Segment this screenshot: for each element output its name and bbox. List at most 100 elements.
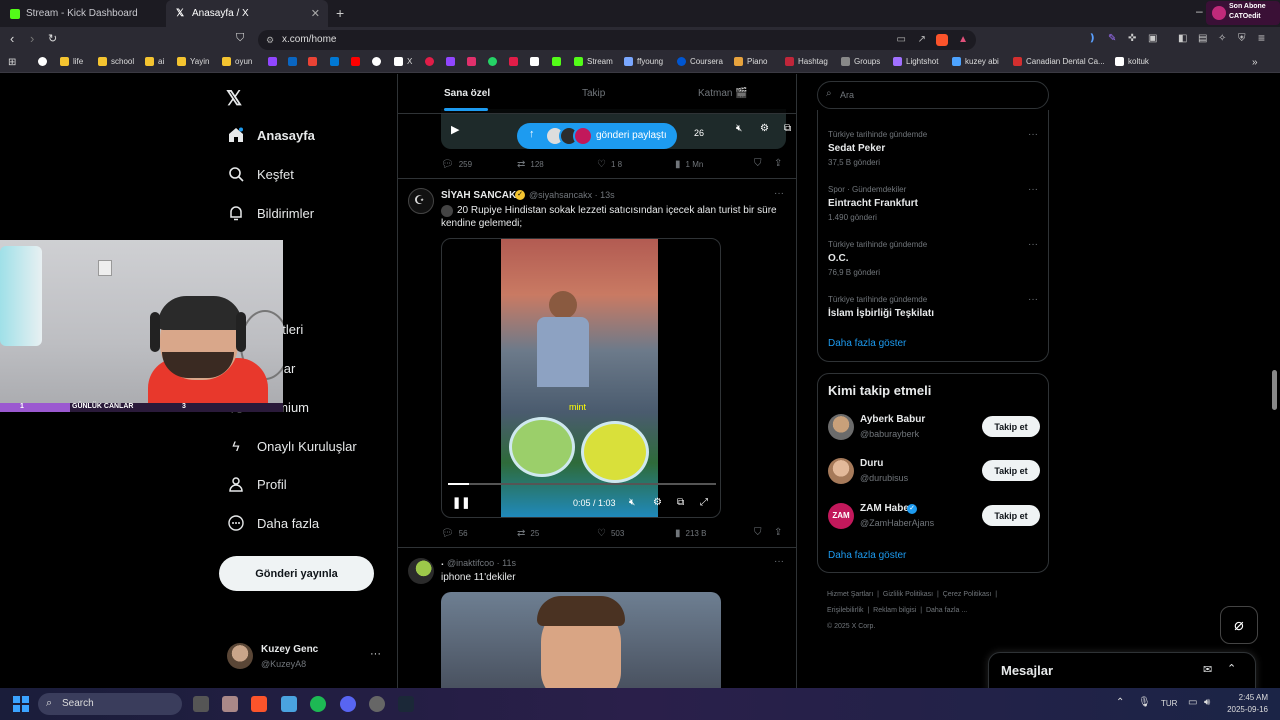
trend-item[interactable]: Türkiye tarihinde gündemde İslam İşbirli… <box>818 290 1050 330</box>
more-icon[interactable]: ··· <box>370 648 381 660</box>
progress-track[interactable] <box>448 483 716 485</box>
task-view-icon[interactable] <box>193 696 209 712</box>
new-posts-pill[interactable]: ↑ gönderi paylaştı <box>517 123 677 149</box>
media-icon[interactable]: ▣ <box>1148 33 1157 44</box>
bookmark-icon-3[interactable] <box>308 57 321 66</box>
mute-icon[interactable]: 🔇︎ <box>629 497 635 508</box>
bookmark-piano[interactable]: Piano <box>734 57 767 66</box>
bookmark-g[interactable] <box>38 57 51 66</box>
bookmark-icon-10[interactable] <box>488 57 501 66</box>
new-tab-icon[interactable]: + <box>336 5 344 21</box>
post-button[interactable]: Gönderi yayınla <box>219 556 374 591</box>
bookmark-icon-1[interactable] <box>268 57 281 66</box>
minimize-icon[interactable]: – <box>1196 4 1203 18</box>
bookmark-ffyoung[interactable]: ffyoung <box>624 57 663 66</box>
bookmark-ai[interactable]: ai <box>145 57 164 66</box>
bookmark-icon[interactable]: ⛉ <box>754 527 762 538</box>
bookmark-life[interactable]: life <box>60 57 83 66</box>
share-icon[interactable]: ⇪ <box>774 158 782 169</box>
bookmark-koltuk[interactable]: koltuk <box>1115 57 1149 66</box>
wallet-icon[interactable]: ▤ <box>1198 33 1207 44</box>
pen-extension-icon[interactable]: ✎ <box>1108 33 1116 44</box>
footer-link[interactable]: Çerez Politikası <box>943 591 992 598</box>
bookmark-icon-5[interactable] <box>351 57 364 66</box>
follow-button[interactable]: Takip et <box>982 416 1040 437</box>
bookmark-canadian-dental[interactable]: Canadian Dental Ca... <box>1013 57 1105 66</box>
pause-icon[interactable]: ❚❚ <box>452 496 470 509</box>
post-author[interactable]: SİYAH SANCAK <box>441 190 516 201</box>
url-field[interactable]: ⚙ x.com/home ▭ ↗ ▲ <box>258 30 976 50</box>
sidebar-icon[interactable]: ◧ <box>1178 33 1187 44</box>
nav-explore[interactable]: Keşfet <box>227 165 294 183</box>
more-icon[interactable]: ··· <box>1028 184 1038 195</box>
more-icon[interactable]: ··· <box>1028 294 1038 305</box>
app-icon[interactable] <box>222 696 238 712</box>
trend-item[interactable]: Spor · Gündemdekiler Eintracht Frankfurt… <box>818 180 1050 235</box>
like-button[interactable]: ♡ 503 <box>597 528 624 539</box>
cast-icon[interactable]: ▭ <box>897 30 906 50</box>
nav-home[interactable]: Anasayfa <box>227 126 315 144</box>
bookmark-icon-7[interactable] <box>425 57 438 66</box>
reload-icon[interactable]: ↻ <box>48 32 57 45</box>
follow-suggestion[interactable]: Ayberk Babur @baburayberk Takip et <box>818 410 1050 452</box>
extension-icon[interactable]: ❫ <box>1088 33 1096 44</box>
more-icon[interactable]: ··· <box>1028 239 1038 250</box>
grok-button[interactable]: ⌀ <box>1220 606 1258 644</box>
volume-icon[interactable]: 🔊︎ <box>1204 697 1210 708</box>
brave-shield-icon[interactable] <box>936 34 948 46</box>
nav-more[interactable]: Daha fazla <box>227 514 319 532</box>
show-more-link[interactable]: Daha fazla göster <box>828 338 906 349</box>
close-icon[interactable]: ✕ <box>311 7 320 20</box>
settings-icon[interactable]: ⚙ <box>653 497 662 508</box>
more-bookmarks-icon[interactable]: » <box>1252 57 1258 68</box>
spotify-icon[interactable] <box>310 696 326 712</box>
back-icon[interactable]: ‹ <box>10 31 14 46</box>
fullscreen-icon[interactable]: ⤢ <box>700 497 708 508</box>
follow-suggestion[interactable]: Duru @durubisus Takip et <box>818 454 1050 496</box>
footer-link[interactable]: Reklam bilgisi <box>873 607 916 614</box>
bookmark-icon-13[interactable] <box>552 57 565 66</box>
bookmark-icon-11[interactable] <box>509 57 522 66</box>
follow-button[interactable]: Takip et <box>982 460 1040 481</box>
taskbar-search[interactable]: ⌕ Search <box>38 693 182 715</box>
bookmark-stream[interactable]: Stream <box>574 57 613 66</box>
tab-x-home[interactable]: 𝕏 Anasayfa / X ✕ <box>166 0 328 27</box>
play-icon[interactable]: ▶ <box>451 123 459 136</box>
photos-icon[interactable] <box>281 696 297 712</box>
bookmark-groups[interactable]: Groups <box>841 57 880 66</box>
bookmark-icon-12[interactable] <box>530 57 543 66</box>
mute-icon[interactable]: 🔇︎ <box>736 123 742 134</box>
reply-button[interactable]: 💬︎ 259 <box>441 159 472 170</box>
bookmark-page-icon[interactable]: ⛉ <box>236 32 244 45</box>
chevron-up-icon[interactable]: ⌃ <box>1227 662 1236 675</box>
account-switcher[interactable]: Kuzey Genc @KuzeyA8 ··· <box>220 636 390 676</box>
footer-link[interactable]: Gizlilik Politikası <box>883 591 933 598</box>
bookmark-icon[interactable]: ⛉ <box>754 158 762 169</box>
more-icon[interactable]: ··· <box>774 556 784 567</box>
tab-following[interactable]: Takip <box>582 88 605 99</box>
scrollbar-thumb[interactable] <box>1272 370 1277 410</box>
bookmark-yayin[interactable]: Yayin <box>177 57 209 66</box>
bookmark-coursera[interactable]: Coursera <box>677 57 723 66</box>
footer-link[interactable]: Daha fazla ... <box>926 607 967 614</box>
bookmark-school[interactable]: school <box>98 57 134 66</box>
bookmark-x[interactable]: X <box>394 57 412 66</box>
menu-icon[interactable]: ≡ <box>1258 31 1265 45</box>
views-button[interactable]: ▮ 213 B <box>675 528 706 539</box>
nav-verified-orgs[interactable]: ϟ Onaylı Kuruluşlar <box>227 437 356 455</box>
clock-date[interactable]: 2025-09-16 <box>1222 705 1268 714</box>
bookmark-icon-9[interactable] <box>467 57 480 66</box>
apps-icon[interactable]: ⊞ <box>8 57 16 68</box>
post-author[interactable]: . <box>441 557 444 568</box>
vpn-icon[interactable]: ⛨ <box>1238 33 1246 44</box>
new-message-icon[interactable]: ✉ <box>1203 663 1212 676</box>
clock-time[interactable]: 2:45 AM <box>1226 693 1268 702</box>
bookmark-kuzey-abi[interactable]: kuzey abi <box>952 57 999 66</box>
more-icon[interactable]: ··· <box>774 188 784 199</box>
rewards-icon[interactable]: ▲ <box>958 30 968 50</box>
bookmark-icon-8[interactable] <box>446 57 459 66</box>
repost-button[interactable]: ⇄ 25 <box>517 528 539 539</box>
search-input[interactable]: ⌕ Ara <box>817 81 1049 109</box>
follow-suggestion[interactable]: ZAM ZAM Haber ✓ @ZamHaberAjans Takip et <box>818 499 1050 541</box>
avatar[interactable] <box>408 558 434 584</box>
